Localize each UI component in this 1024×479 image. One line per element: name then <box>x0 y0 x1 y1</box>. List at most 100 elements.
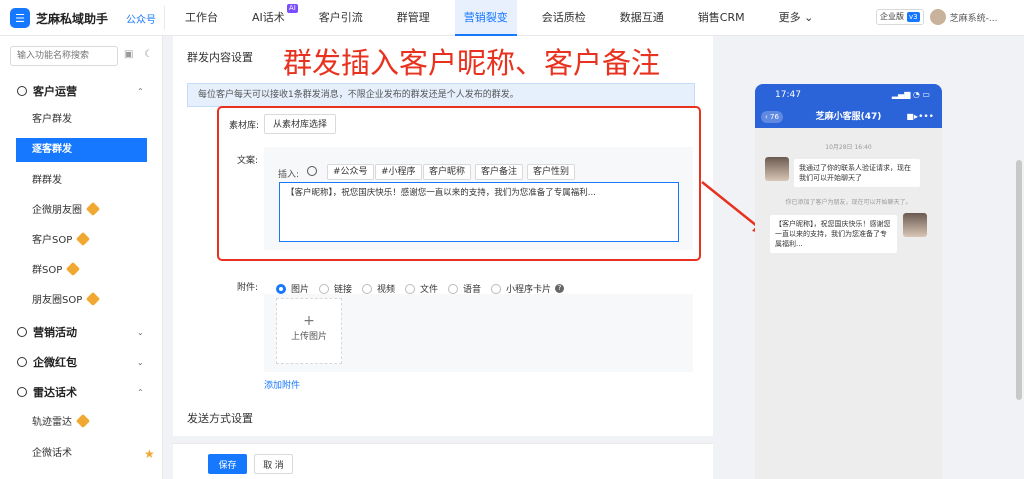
phone-preview: 17:47 ▂▄▆ ◔ ▭ ‹ 76 芝麻小客服(47) ■▸ ••• 10月2… <box>755 84 942 479</box>
nav-item-label: AI话术 <box>252 11 285 24</box>
marketing-icon <box>17 327 27 337</box>
scrollbar[interactable] <box>1016 160 1022 400</box>
brand[interactable]: ☰ 芝麻私域助手 <box>10 8 108 28</box>
nav-item-marketing-fission[interactable]: 营销裂变 <box>454 0 517 36</box>
radio-icon <box>491 283 501 294</box>
sidebar-item-group-broadcast[interactable]: 群群发 <box>16 169 147 193</box>
sidebar-group-label: 客户运营 <box>33 85 77 98</box>
annotation-highlight-box <box>217 106 701 261</box>
sidebar-item-label: 朋友圈SOP <box>32 295 83 306</box>
sidebar-group-customer-ops[interactable]: 客户运营 ⌃ <box>0 79 163 103</box>
sidebar-item-wecom-script[interactable]: 企微话术 ★ <box>16 442 155 466</box>
sidebar-group-label: 营销活动 <box>33 326 77 339</box>
more-icon[interactable]: ••• <box>918 106 934 128</box>
sidebar-group-marketing[interactable]: 营销活动 ⌄ <box>0 320 163 344</box>
nav-item-data-sync[interactable]: 数据互通 <box>611 0 673 36</box>
sidebar-group-label: 企微红包 <box>33 356 77 369</box>
sidebar-item-label: 客户SOP <box>32 235 73 246</box>
radio-icon <box>448 283 458 294</box>
sidebar-item-customer-broadcast[interactable]: 客户群发 <box>16 108 147 132</box>
radio-icon <box>405 283 415 294</box>
nav-item-group-management[interactable]: 群管理 <box>388 0 439 36</box>
vip-diamond-icon <box>86 291 101 307</box>
plus-icon: + <box>303 313 315 329</box>
sidebar-item-label: 轨迹雷达 <box>32 417 72 428</box>
help-icon[interactable]: ? <box>555 284 565 293</box>
nav-item-more[interactable]: 更多 ⌄ <box>770 0 823 36</box>
star-icon: ★ <box>144 447 155 461</box>
sidebar-item-track-radar[interactable]: 轨迹雷达 <box>16 411 147 435</box>
sidebar: ▣ ☾ 客户运营 ⌃ 客户群发 逐客群发 群群发 企微朋友圈 客户SOP 群SO… <box>0 36 163 479</box>
sidebar-group-radar[interactable]: 雷达话术 ⌃ <box>0 380 163 404</box>
vip-diamond-icon <box>66 261 81 277</box>
sidebar-item-label: 群SOP <box>32 265 63 276</box>
chevron-up-icon: ⌃ <box>137 86 144 96</box>
section-title-send: 发送方式设置 <box>187 412 253 425</box>
nav-item-sales-crm[interactable]: 销售CRM <box>689 0 754 36</box>
signal-wifi-battery-icon: ▂▄▆ ◔ ▭ <box>891 90 930 99</box>
chevron-up-icon: ⌃ <box>137 387 144 397</box>
sidebar-item-label: 企微话术 <box>32 448 72 459</box>
add-attachment-link[interactable]: 添加附件 <box>264 378 300 391</box>
sidebar-item-label: 企微朋友圈 <box>32 205 82 216</box>
sidebar-group-red-packet[interactable]: 企微红包 ⌄ <box>0 350 163 374</box>
red-packet-icon <box>17 357 27 367</box>
vip-diamond-icon <box>75 413 91 429</box>
chat-message: 我通过了你的联系人验证请求，现在我们可以开始聊天了 <box>794 159 920 187</box>
sidebar-item-per-customer-broadcast[interactable]: 逐客群发 <box>16 138 147 162</box>
search-input[interactable] <box>10 46 118 66</box>
brand-name: 芝麻私域助手 <box>36 11 109 26</box>
form-footer: 保存 取 消 <box>173 443 713 479</box>
phone-status-bar: 17:47 ▂▄▆ ◔ ▭ <box>755 84 942 106</box>
section-title-content: 群发内容设置 <box>187 51 253 64</box>
phone-time: 17:47 <box>775 90 801 100</box>
nav-item-session-qc[interactable]: 会话质检 <box>533 0 595 36</box>
annotation-title: 群发插入客户昵称、客户备注 <box>283 46 661 80</box>
chevron-down-icon: ⌄ <box>137 327 144 337</box>
video-call-icon[interactable]: ■▸ <box>906 106 918 128</box>
vip-diamond-icon <box>76 231 91 247</box>
radio-checked-icon <box>276 283 286 294</box>
nav-item-ai-script[interactable]: AI话术 AI <box>243 0 298 36</box>
system-message: 你已添加了客户为朋友，现在可以开始聊天了。 <box>785 199 912 206</box>
chat-date: 10月28日 16:40 <box>825 144 872 151</box>
phone-chat-header: ‹ 76 芝麻小客服(47) ■▸ ••• <box>755 106 942 128</box>
attach-label: 附件: <box>237 283 259 293</box>
nav-item-workbench[interactable]: 工作台 <box>176 0 227 36</box>
enterprise-badge[interactable]: 企业版 v3 <box>876 9 924 25</box>
sidebar-item-customer-sop[interactable]: 客户SOP <box>16 229 147 253</box>
sidebar-item-group-sop[interactable]: 群SOP <box>16 259 147 283</box>
sidebar-item-moments-sop[interactable]: 朋友圈SOP <box>16 289 147 313</box>
top-bar: ☰ 芝麻私域助手 公众号 工作台 AI话术 AI 客户引流 群管理 营销裂变 会话… <box>0 0 1024 36</box>
notice-banner: 每位客户每天可以接收1条群发消息，不限企业发布的群发还是个人发布的群发。 <box>187 83 695 107</box>
brand-sub-link[interactable]: 公众号 <box>126 11 156 26</box>
chat-message: 【客户昵称】，祝您国庆快乐！感谢您一直以来的支持，我们为您准备了专属福利... <box>770 215 897 253</box>
ai-badge: AI <box>286 4 298 13</box>
vip-diamond-icon <box>85 201 101 217</box>
enterprise-label: 企业版 <box>880 12 904 21</box>
sidebar-group-label: 雷达话术 <box>33 386 77 399</box>
upload-image-button[interactable]: + 上传图片 <box>276 298 342 364</box>
sidebar-item-wecom-moments[interactable]: 企微朋友圈 <box>16 199 147 223</box>
save-button[interactable]: 保存 <box>208 454 247 474</box>
chevron-down-icon: ⌄ <box>137 357 144 367</box>
top-nav: 工作台 AI话术 AI 客户引流 群管理 营销裂变 会话质检 数据互通 销售CRM… <box>176 0 838 36</box>
chat-logo-icon: ☰ <box>10 8 30 28</box>
radio-icon <box>362 283 372 294</box>
avatar[interactable] <box>929 9 946 25</box>
brand-divider <box>164 6 165 30</box>
customer-ops-icon <box>17 86 27 96</box>
user-name[interactable]: 芝麻系统-... <box>950 11 998 24</box>
moon-icon[interactable]: ☾ <box>144 49 153 60</box>
calendar-icon[interactable]: ▣ <box>124 49 133 60</box>
radar-icon <box>17 387 27 397</box>
attachment-panel: + 上传图片 <box>264 294 693 372</box>
nav-item-customer-acquisition[interactable]: 客户引流 <box>310 0 372 36</box>
upload-label: 上传图片 <box>290 332 327 342</box>
avatar <box>765 157 789 181</box>
radio-icon <box>319 283 329 294</box>
avatar <box>903 213 927 237</box>
version-badge: v3 <box>907 12 920 22</box>
cancel-button[interactable]: 取 消 <box>254 454 293 474</box>
top-right: 企业版 v3 芝麻系统-... <box>876 9 997 25</box>
